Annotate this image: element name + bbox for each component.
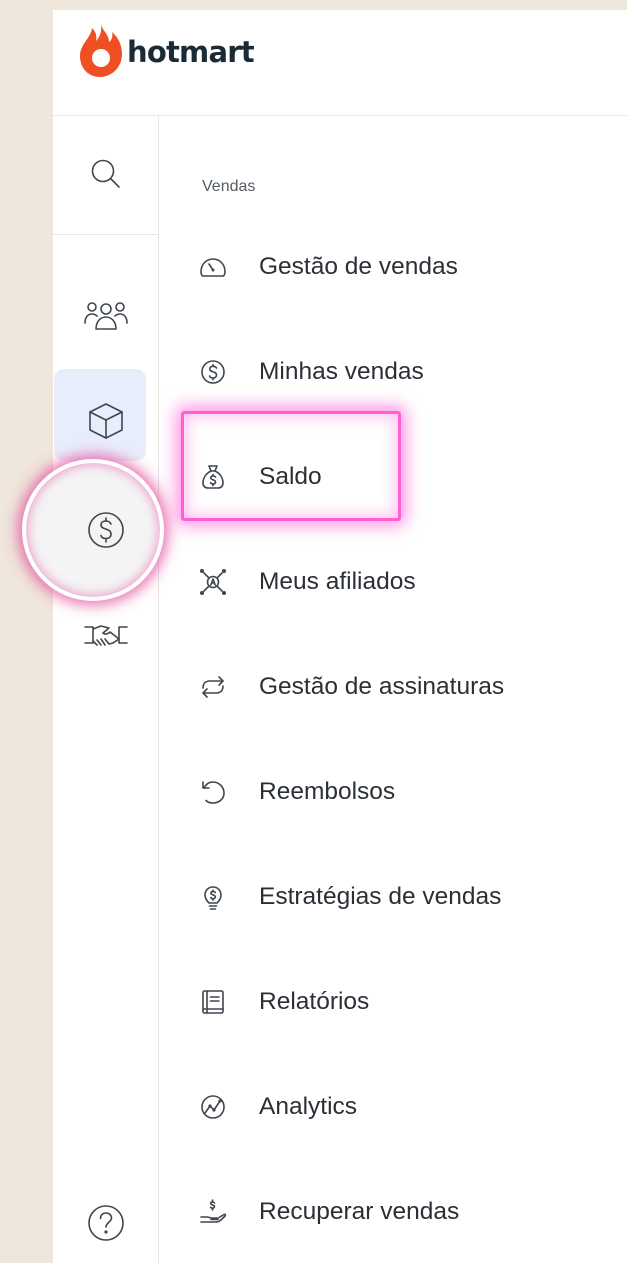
search-icon bbox=[91, 159, 120, 188]
brand-name: hotmart bbox=[127, 35, 255, 69]
menu-item-label: Minhas vendas bbox=[259, 358, 424, 385]
affiliates-network-icon bbox=[196, 565, 230, 599]
menu-item-estrategias-de-vendas[interactable]: Estratégias de vendas bbox=[190, 869, 610, 925]
analytics-chart-icon bbox=[196, 1090, 230, 1124]
section-title: Vendas bbox=[202, 178, 256, 195]
hotmart-logo[interactable]: hotmart bbox=[79, 20, 255, 78]
hand-dollar-icon bbox=[196, 1195, 230, 1229]
icon-rail bbox=[22, 116, 164, 1263]
rail-partners-button[interactable] bbox=[53, 616, 159, 656]
menu-item-gestao-de-vendas[interactable]: Gestão de vendas bbox=[190, 239, 610, 295]
box-icon bbox=[89, 403, 123, 439]
menu-item-recuperar-vendas[interactable]: Recuperar vendas bbox=[190, 1184, 610, 1240]
menu-item-label: Meus afiliados bbox=[259, 568, 416, 595]
undo-icon bbox=[196, 775, 230, 809]
menu-item-meus-afiliados[interactable]: Meus afiliados bbox=[190, 554, 610, 610]
rail-products-button[interactable] bbox=[53, 399, 159, 443]
help-button[interactable] bbox=[53, 1201, 159, 1245]
rail-search-area bbox=[53, 116, 159, 235]
menu-item-gestao-de-assinaturas[interactable]: Gestão de assinaturas bbox=[190, 659, 610, 715]
repeat-icon bbox=[196, 670, 230, 704]
app-window: hotmart Vendas Gestão de vendas Minhas v… bbox=[22, 10, 627, 1263]
sales-menu-panel: Vendas Gestão de vendas Minhas vendas Sa… bbox=[160, 116, 627, 1263]
menu-item-minhas-vendas[interactable]: Minhas vendas bbox=[190, 344, 610, 400]
rail-sales-button[interactable] bbox=[53, 508, 159, 552]
flame-icon bbox=[80, 24, 122, 77]
report-book-icon bbox=[196, 985, 230, 1019]
dollar-circle-icon bbox=[88, 512, 124, 548]
menu-item-label: Analytics bbox=[259, 1093, 358, 1120]
menu-item-saldo[interactable]: Saldo bbox=[190, 449, 610, 505]
users-icon bbox=[84, 302, 128, 330]
lightbulb-dollar-icon bbox=[196, 880, 230, 914]
handshake-icon bbox=[84, 625, 128, 646]
menu-item-label: Estratégias de vendas bbox=[259, 883, 502, 910]
search-button[interactable] bbox=[53, 154, 159, 194]
help-icon bbox=[88, 1205, 124, 1241]
menu-item-label: Reembolsos bbox=[259, 778, 396, 805]
dollar-circle-icon bbox=[196, 355, 230, 389]
menu-item-relatorios[interactable]: Relatórios bbox=[190, 974, 610, 1030]
menu-item-label: Gestão de assinaturas bbox=[259, 673, 505, 700]
top-header: hotmart bbox=[53, 10, 627, 116]
rail-members-button[interactable] bbox=[53, 296, 159, 340]
menu-item-label: Gestão de vendas bbox=[259, 253, 458, 280]
gauge-icon bbox=[196, 250, 230, 284]
menu-item-reembolsos[interactable]: Reembolsos bbox=[190, 764, 610, 820]
menu-item-label: Relatórios bbox=[259, 988, 370, 1015]
menu-item-analytics[interactable]: Analytics bbox=[190, 1079, 610, 1135]
money-bag-icon bbox=[196, 460, 230, 494]
menu-item-label: Saldo bbox=[259, 463, 322, 490]
menu-item-label: Recuperar vendas bbox=[259, 1198, 460, 1225]
